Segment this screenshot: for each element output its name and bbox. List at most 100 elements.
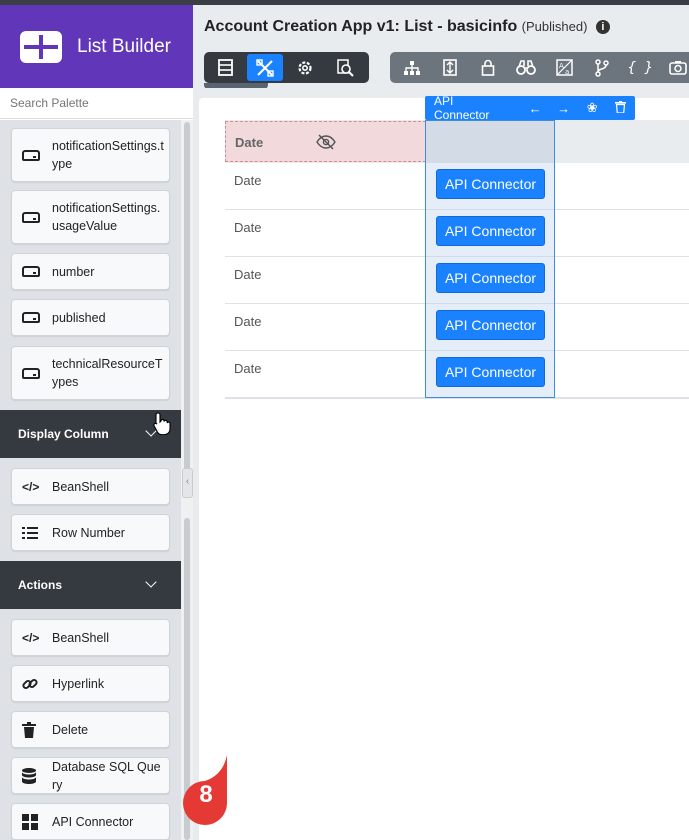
api-connector-button[interactable]: API Connector	[436, 357, 545, 387]
database-icon	[22, 767, 36, 784]
palette-item-label: Hyperlink	[52, 676, 105, 691]
grid-icon	[22, 813, 38, 830]
step-marker: 8	[183, 755, 229, 825]
palette-item-label: BeanShell	[52, 479, 109, 494]
scrollbar-thumb[interactable]	[184, 122, 190, 472]
git-branch-icon	[595, 58, 609, 77]
section-title: Display Column	[18, 427, 109, 441]
palette-item-label: Delete	[52, 722, 89, 737]
code-braces-icon: { }	[627, 59, 653, 76]
binoculars-icon	[516, 60, 536, 75]
secondary-toolbar: Aa { }	[390, 52, 689, 83]
svg-text:a: a	[565, 68, 569, 76]
delete-icon[interactable]	[606, 100, 635, 116]
palette-item-published[interactable]: published	[11, 299, 170, 336]
preview-button[interactable]	[327, 54, 363, 81]
import-export-icon	[442, 59, 457, 76]
drive-icon	[22, 312, 40, 323]
screenshot-button[interactable]	[662, 54, 689, 81]
api-connector-button[interactable]: API Connector	[436, 216, 545, 246]
brand-title: List Builder	[77, 35, 171, 57]
list-builder-logo-icon	[20, 30, 62, 63]
palette-item-beanshell-action[interactable]: </> BeanShell	[11, 619, 170, 656]
hand-cursor-icon	[153, 412, 171, 435]
translate-button[interactable]: Aa	[548, 54, 581, 81]
gear-icon	[298, 60, 312, 75]
publish-status: (Published)	[521, 19, 588, 34]
table-cell-date: Date	[234, 314, 262, 329]
translate-icon: Aa	[555, 59, 573, 76]
palette-item-label: number	[52, 264, 95, 279]
list-layout-icon	[217, 59, 233, 76]
section-actions[interactable]: Actions	[0, 561, 181, 609]
palette-item-number[interactable]: number	[11, 253, 170, 290]
palette-item-label: API Connector	[52, 814, 134, 829]
find-button[interactable]	[509, 54, 542, 81]
palette-item-notification-type[interactable]: notificationSettings.type	[11, 128, 170, 182]
palette-item-label: technicalResourceTypes	[52, 357, 163, 389]
trash-icon	[22, 721, 36, 738]
table-cell-date: Date	[234, 267, 262, 282]
palette-item-label: notificationSettings.type	[52, 139, 164, 171]
code-icon: </>	[22, 479, 40, 494]
list-layout-button[interactable]	[207, 54, 243, 81]
preview-search-icon	[337, 58, 354, 77]
link-icon	[22, 678, 38, 689]
import-export-button[interactable]	[433, 54, 466, 81]
permission-button[interactable]	[471, 54, 504, 81]
drive-icon	[22, 149, 40, 161]
svg-text:A: A	[559, 62, 564, 70]
primary-toolbar	[204, 52, 369, 89]
step-number: 8	[199, 781, 213, 808]
api-connector-button[interactable]: API Connector	[436, 310, 545, 340]
sitemap-button[interactable]	[395, 54, 428, 81]
palette-item-label: Database SQL Query	[52, 759, 161, 792]
palette-item-database-sql[interactable]: Database SQL Query	[11, 757, 170, 794]
app-title: Account Creation App v1: List - basicinf…	[204, 18, 518, 35]
api-connector-button[interactable]: API Connector	[436, 263, 545, 293]
settings-icon[interactable]: ❀	[578, 100, 607, 116]
brand-panel: List Builder	[0, 5, 193, 88]
move-left-icon[interactable]: ←	[521, 101, 550, 116]
move-right-icon[interactable]: →	[549, 101, 578, 116]
camera-icon	[669, 61, 688, 75]
lock-icon	[481, 59, 495, 76]
settings-button[interactable]	[287, 54, 323, 81]
api-connector-column-header[interactable]	[426, 121, 554, 163]
list-numbered-icon	[22, 526, 38, 539]
palette-item-technical-resource-types[interactable]: technicalResourceTypes	[11, 346, 170, 400]
column-header-date[interactable]: Date	[225, 121, 426, 162]
table-cell-date: Date	[234, 220, 262, 235]
api-connector-element-toolbar: API Connector ← → ❀	[425, 94, 635, 122]
api-connector-button[interactable]: API Connector	[436, 169, 545, 199]
json-button[interactable]: { }	[624, 54, 657, 81]
palette-sidebar: notificationSettings.type notificationSe…	[0, 88, 193, 840]
eye-slash-icon[interactable]	[316, 134, 336, 150]
code-icon: </>	[22, 630, 40, 645]
section-title: Actions	[18, 578, 63, 592]
palette-item-delete[interactable]: Delete	[11, 711, 170, 748]
palette-item-row-number[interactable]: Row Number	[11, 514, 170, 551]
palette-list[interactable]: notificationSettings.type notificationSe…	[0, 120, 181, 840]
palette-item-label: BeanShell	[52, 630, 109, 645]
design-tools-icon	[256, 58, 274, 77]
drive-icon	[22, 211, 40, 223]
page-title: Account Creation App v1: List - basicinf…	[204, 18, 610, 36]
collapse-sidebar-handle[interactable]: ‹	[182, 468, 193, 498]
sitemap-icon	[403, 60, 420, 75]
table-cell-date: Date	[234, 361, 262, 376]
column-header-label: Date	[235, 135, 264, 150]
palette-item-notification-usage[interactable]: notificationSettings.usageValue	[11, 190, 170, 244]
palette-item-hyperlink[interactable]: Hyperlink	[11, 665, 170, 702]
info-icon[interactable]: i	[595, 20, 610, 34]
search-palette-input[interactable]	[0, 88, 193, 119]
design-tools-button[interactable]	[247, 54, 283, 81]
palette-item-beanshell-display[interactable]: </> BeanShell	[11, 468, 170, 505]
palette-item-label: published	[52, 310, 106, 325]
table-cell-date: Date	[234, 173, 262, 188]
palette-item-label: Row Number	[52, 525, 125, 540]
palette-item-api-connector[interactable]: API Connector	[11, 803, 170, 840]
version-button[interactable]	[586, 54, 619, 81]
element-toolbar-label: API Connector	[434, 94, 490, 122]
palette-item-label: notificationSettings.usageValue	[52, 201, 161, 233]
